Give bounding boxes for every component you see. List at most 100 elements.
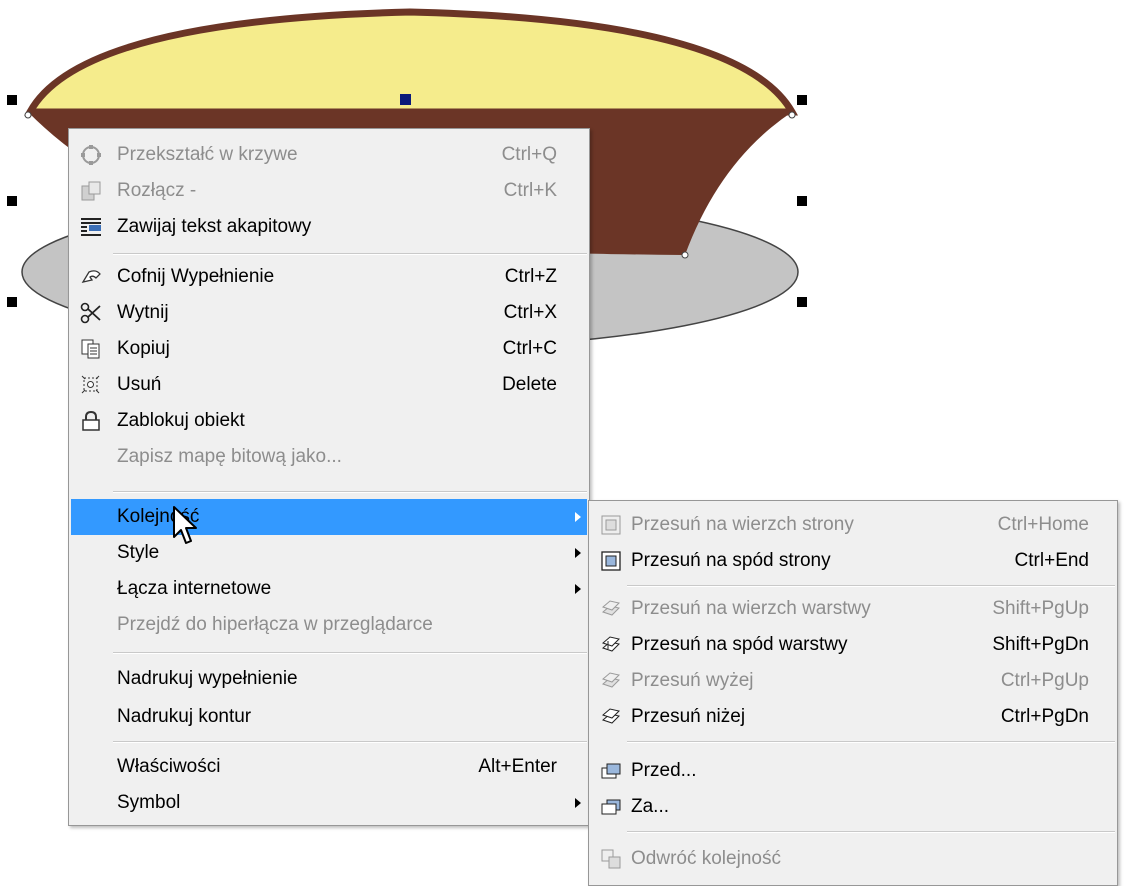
in-front-of-icon [599,759,623,783]
mouse-pointer-icon [173,506,197,544]
back-one-icon [599,705,623,729]
menu-item-label: Wytnij [117,302,169,323]
submenu-item-label: Przesuń na spód warstwy [631,634,848,655]
menu-item-lock-object[interactable]: Zablokuj obiekt [71,403,587,439]
menu-item-properties[interactable]: Właściwości Alt+Enter [71,749,587,785]
menu-item-shortcut: Alt+Enter [478,756,557,777]
menu-item-symbol[interactable]: Symbol [71,785,587,821]
submenu-item-to-front-of-page[interactable]: Przesuń na wierzch strony Ctrl+Home [591,507,1115,543]
menu-item-overprint-fill[interactable]: Nadrukuj wypełnienie [71,661,587,697]
selection-handle[interactable] [7,196,17,206]
menu-item-save-bitmap-as[interactable]: Zapisz mapę bitową jako... [71,439,587,475]
center-handle[interactable] [400,94,411,105]
menu-item-label: Cofnij Wypełnienie [117,266,275,287]
scissors-icon [79,301,103,325]
menu-item-shortcut: Ctrl+X [503,302,557,323]
menu-item-label: Zablokuj obiekt [117,410,245,431]
selection-handle[interactable] [797,297,807,307]
menu-item-shortcut: Ctrl+Z [504,266,557,287]
submenu-item-shortcut: Shift+PgUp [992,598,1089,619]
node-point[interactable] [788,111,796,119]
submenu-item-in-front-of[interactable]: Przed... [591,753,1115,789]
selection-handle[interactable] [7,297,17,307]
context-menu: Przekształć w krzywe Ctrl+Q Rozłącz - Ct… [68,128,590,826]
menu-item-copy[interactable]: Kopiuj Ctrl+C [71,331,587,367]
submenu-item-to-back-of-layer[interactable]: Przesuń na spód warstwy Shift+PgDn [591,627,1115,663]
menu-item-cut[interactable]: Wytnij Ctrl+X [71,295,587,331]
menu-item-overprint-outline[interactable]: Nadrukuj kontur [71,699,587,735]
node-point[interactable] [24,111,32,119]
menu-item-label: Kopiuj [117,338,170,359]
menu-item-convert-to-curves[interactable]: Przekształć w krzywe Ctrl+Q [71,137,587,173]
convert-curves-icon [79,143,103,167]
reverse-order-icon [599,847,623,871]
menu-item-styles[interactable]: Style [71,535,587,571]
menu-item-label: Nadrukuj wypełnienie [117,668,298,689]
menu-item-label: Style [117,542,160,563]
menu-item-label: Właściwości [117,756,221,777]
selection-handle[interactable] [797,196,807,206]
menu-item-shortcut: Ctrl+K [503,180,557,201]
menu-separator [113,741,587,743]
menu-item-undo-fill[interactable]: Cofnij Wypełnienie Ctrl+Z [71,259,587,295]
submenu-item-shortcut: Ctrl+Home [997,514,1089,535]
node-point[interactable] [681,251,689,259]
menu-separator [627,741,1115,743]
menu-item-label: Symbol [117,792,181,813]
submenu-item-label: Za... [631,796,670,817]
submenu-item-shortcut: Ctrl+End [1014,550,1089,571]
submenu-item-label: Przed... [631,760,697,781]
menu-item-shortcut: Delete [502,374,557,395]
submenu-item-label: Przesuń niżej [631,706,746,727]
break-apart-icon [79,179,103,203]
submenu-item-shortcut: Ctrl+PgUp [1000,670,1089,691]
menu-item-label: Zapisz mapę bitową jako... [117,446,342,467]
menu-item-internet-links[interactable]: Łącza internetowe [71,571,587,607]
submenu-item-behind[interactable]: Za... [591,789,1115,825]
submenu-item-label: Przesuń na wierzch warstwy [631,598,871,619]
submenu-item-shortcut: Ctrl+PgDn [1000,706,1089,727]
delete-icon [79,373,103,397]
submenu-item-to-front-of-layer[interactable]: Przesuń na wierzch warstwy Shift+PgUp [591,591,1115,627]
behind-icon [599,795,623,819]
menu-item-shortcut: Ctrl+C [502,338,557,359]
forward-one-icon [599,669,623,693]
menu-item-break-apart[interactable]: Rozłącz - Ctrl+K [71,173,587,209]
to-front-of-layer-icon [599,597,623,621]
menu-separator [113,652,587,654]
order-submenu: Przesuń na wierzch strony Ctrl+Home Prze… [588,500,1118,886]
menu-item-wrap-paragraph-text[interactable]: Zawijaj tekst akapitowy [71,209,587,245]
selection-handle[interactable] [7,95,17,105]
undo-icon [79,265,103,289]
menu-separator [627,585,1115,587]
menu-item-label: Nadrukuj kontur [117,706,252,727]
submenu-item-label: Przesuń na wierzch strony [631,514,854,535]
menu-item-order[interactable]: Kolejność [71,499,587,535]
submenu-item-forward-one[interactable]: Przesuń wyżej Ctrl+PgUp [591,663,1115,699]
submenu-arrow-icon [575,548,581,558]
submenu-item-label: Przesuń wyżej [631,670,754,691]
menu-item-label: Zawijaj tekst akapitowy [117,216,312,237]
menu-separator [113,253,587,255]
menu-separator [113,491,587,493]
to-back-of-layer-icon [599,633,623,657]
submenu-item-label: Przesuń na spód strony [631,550,831,571]
wrap-text-icon [79,215,103,239]
selection-handle[interactable] [797,95,807,105]
submenu-item-back-one[interactable]: Przesuń niżej Ctrl+PgDn [591,699,1115,735]
submenu-item-label: Odwróć kolejność [631,848,781,869]
lock-icon [79,409,103,433]
menu-item-label: Przekształć w krzywe [117,144,298,165]
to-front-of-page-icon [599,513,623,537]
menu-item-label: Usuń [117,374,162,395]
menu-item-go-to-hyperlink[interactable]: Przejdź do hiperłącza w przeglądarce [71,607,587,643]
submenu-arrow-icon [575,512,581,522]
menu-item-label: Łącza internetowe [117,578,272,599]
submenu-item-to-back-of-page[interactable]: Przesuń na spód strony Ctrl+End [591,543,1115,579]
menu-item-delete[interactable]: Usuń Delete [71,367,587,403]
menu-item-label: Przejdź do hiperłącza w przeglądarce [117,614,433,635]
menu-item-label: Rozłącz - [117,180,197,201]
to-back-of-page-icon [599,549,623,573]
menu-separator [627,831,1115,833]
submenu-arrow-icon [575,798,581,808]
